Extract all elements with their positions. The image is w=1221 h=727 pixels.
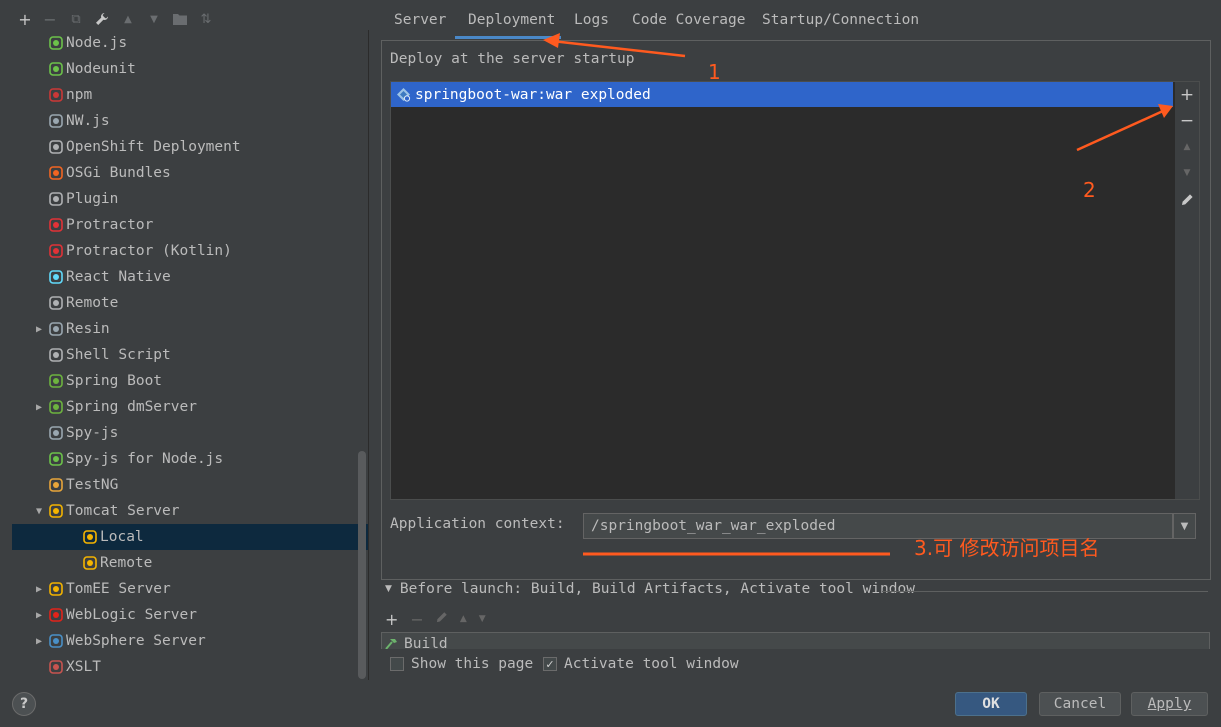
before-launch-toolbar: + − ▲ ▼ [385, 608, 486, 630]
annotation-1: 1 [708, 60, 721, 84]
activate-tool-window-label: Activate tool window [564, 656, 739, 672]
apply-button[interactable]: Apply [1131, 692, 1208, 716]
before-launch-label: Before launch: Build, Build Artifacts, A… [399, 581, 915, 597]
pencil-icon[interactable] [436, 611, 448, 627]
checkbox-box[interactable] [390, 657, 404, 671]
before-launch-list[interactable]: Build [381, 632, 1210, 649]
before-launch-header[interactable]: ▼ Before launch: Build, Build Artifacts,… [385, 581, 915, 597]
show-page-label: Show this page [411, 656, 534, 672]
annotation-arrows [543, 33, 1173, 556]
cancel-button[interactable]: Cancel [1039, 692, 1121, 716]
activate-tool-window-checkbox[interactable]: ✓ Activate tool window [543, 656, 739, 672]
remove-task-button[interactable]: − [410, 610, 423, 629]
checkmark-icon[interactable]: ✓ [543, 657, 557, 671]
move-task-down-button[interactable]: ▼ [479, 614, 486, 624]
list-item[interactable]: Build [384, 633, 448, 649]
annotation-3: 3.可 修改访问项目名 [914, 536, 1100, 560]
annotation-2: 2 [1083, 178, 1096, 202]
hammer-icon [384, 638, 400, 649]
help-button[interactable]: ? [12, 692, 36, 716]
build-task-label: Build [404, 636, 448, 649]
show-page-checkbox[interactable]: Show this page [390, 656, 533, 672]
ok-button[interactable]: OK [955, 692, 1027, 716]
move-task-up-button[interactable]: ▲ [460, 614, 467, 624]
add-task-button[interactable]: + [385, 610, 398, 629]
divider [882, 591, 1208, 592]
chevron-down-icon: ▼ [385, 584, 392, 594]
